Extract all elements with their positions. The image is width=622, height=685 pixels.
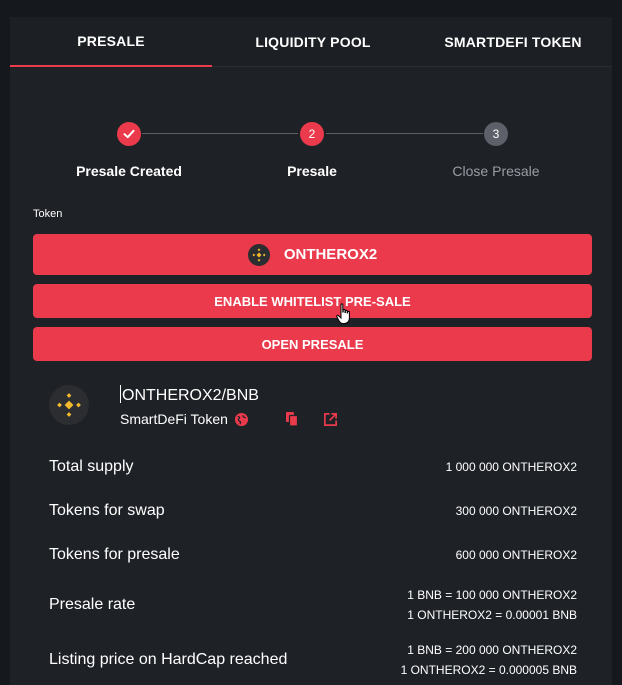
copy-icon[interactable] [285,411,299,427]
stat-label-presale-rate: Presale rate [49,596,136,613]
tab-smartdefi-token[interactable]: SMARTDEFI TOKEN [414,17,612,67]
step-connector-1 [142,133,298,134]
token-select-label: ONTHEROX2 [283,246,378,263]
stat-value-line: 1 BNB = 200 000 ONTHEROX2 [407,643,577,657]
presale-panel: PRESALE LIQUIDITY POOL SMARTDEFI TOKEN 2… [10,17,612,685]
tab-bar: PRESALE LIQUIDITY POOL SMARTDEFI TOKEN [10,17,612,67]
stat-value-listing-price: 1 BNB = 200 000 ONTHEROX2 1 ONTHEROX2 = … [401,640,577,680]
bnb-logo-icon [247,243,270,266]
stat-value-line: 1 BNB = 100 000 ONTHEROX2 [407,588,577,602]
stat-label-tokens-for-presale: Tokens for presale [49,546,180,563]
pair-subtitle-row: SmartDeFi Token [120,411,338,427]
tab-liquidity-pool-label: LIQUIDITY POOL [255,34,371,50]
enable-whitelist-button[interactable]: ENABLE WHITELIST PRE-SALE [33,284,592,318]
step-3-label: Close Presale [452,163,540,179]
step-1-label: Presale Created [76,163,182,179]
stat-value-line: 1 000 000 ONTHEROX2 [445,460,577,474]
stat-label-tokens-for-swap: Tokens for swap [49,502,165,519]
tab-presale-label: PRESALE [77,33,145,49]
enable-whitelist-label: ENABLE WHITELIST PRE-SALE [214,293,411,309]
step-2-number: 2 [308,127,316,141]
step-2-circle: 2 [300,122,324,146]
step-2-label: Presale [287,163,337,179]
stat-label-total-supply: Total supply [49,458,134,475]
stat-value-total-supply: 1 000 000 ONTHEROX2 [446,457,577,477]
tab-presale[interactable]: PRESALE [10,17,212,67]
external-link-icon[interactable] [323,412,338,427]
token-select-button[interactable]: ONTHEROX2 [33,234,592,275]
step-1-circle [117,122,141,146]
open-presale-label: OPEN PRESALE [261,336,364,352]
tab-liquidity-pool[interactable]: LIQUIDITY POOL [212,17,414,67]
check-icon [123,129,135,139]
bnb-logo-icon [49,385,89,425]
stat-value-tokens-for-swap: 300 000 ONTHEROX2 [456,501,577,521]
stat-value-line: 600 000 ONTHEROX2 [455,548,577,562]
hand-cursor-icon [336,303,350,324]
pair-name-text: ONTHEROX2/BNB [122,387,259,404]
stat-label-listing-price: Listing price on HardCap reached [49,651,288,668]
pair-name: ONTHEROX2/BNB [120,385,259,405]
token-section-label: Token [33,208,63,220]
stat-value-presale-rate: 1 BNB = 100 000 ONTHEROX2 1 ONTHEROX2 = … [407,585,577,625]
step-3-number: 3 [492,127,500,141]
globe-icon[interactable] [234,412,249,427]
stat-value-line: 300 000 ONTHEROX2 [455,504,577,518]
stat-value-tokens-for-presale: 600 000 ONTHEROX2 [456,545,577,565]
stat-value-line: 1 ONTHEROX2 = 0.000005 BNB [400,663,577,677]
stat-value-line: 1 ONTHEROX2 = 0.00001 BNB [407,608,577,622]
step-3-circle: 3 [484,122,508,146]
step-connector-2 [326,133,483,134]
open-presale-button[interactable]: OPEN PRESALE [33,327,592,361]
tab-smartdefi-token-label: SMARTDEFI TOKEN [444,34,582,50]
pair-subtitle: SmartDeFi Token [120,411,228,427]
text-caret [120,385,121,403]
